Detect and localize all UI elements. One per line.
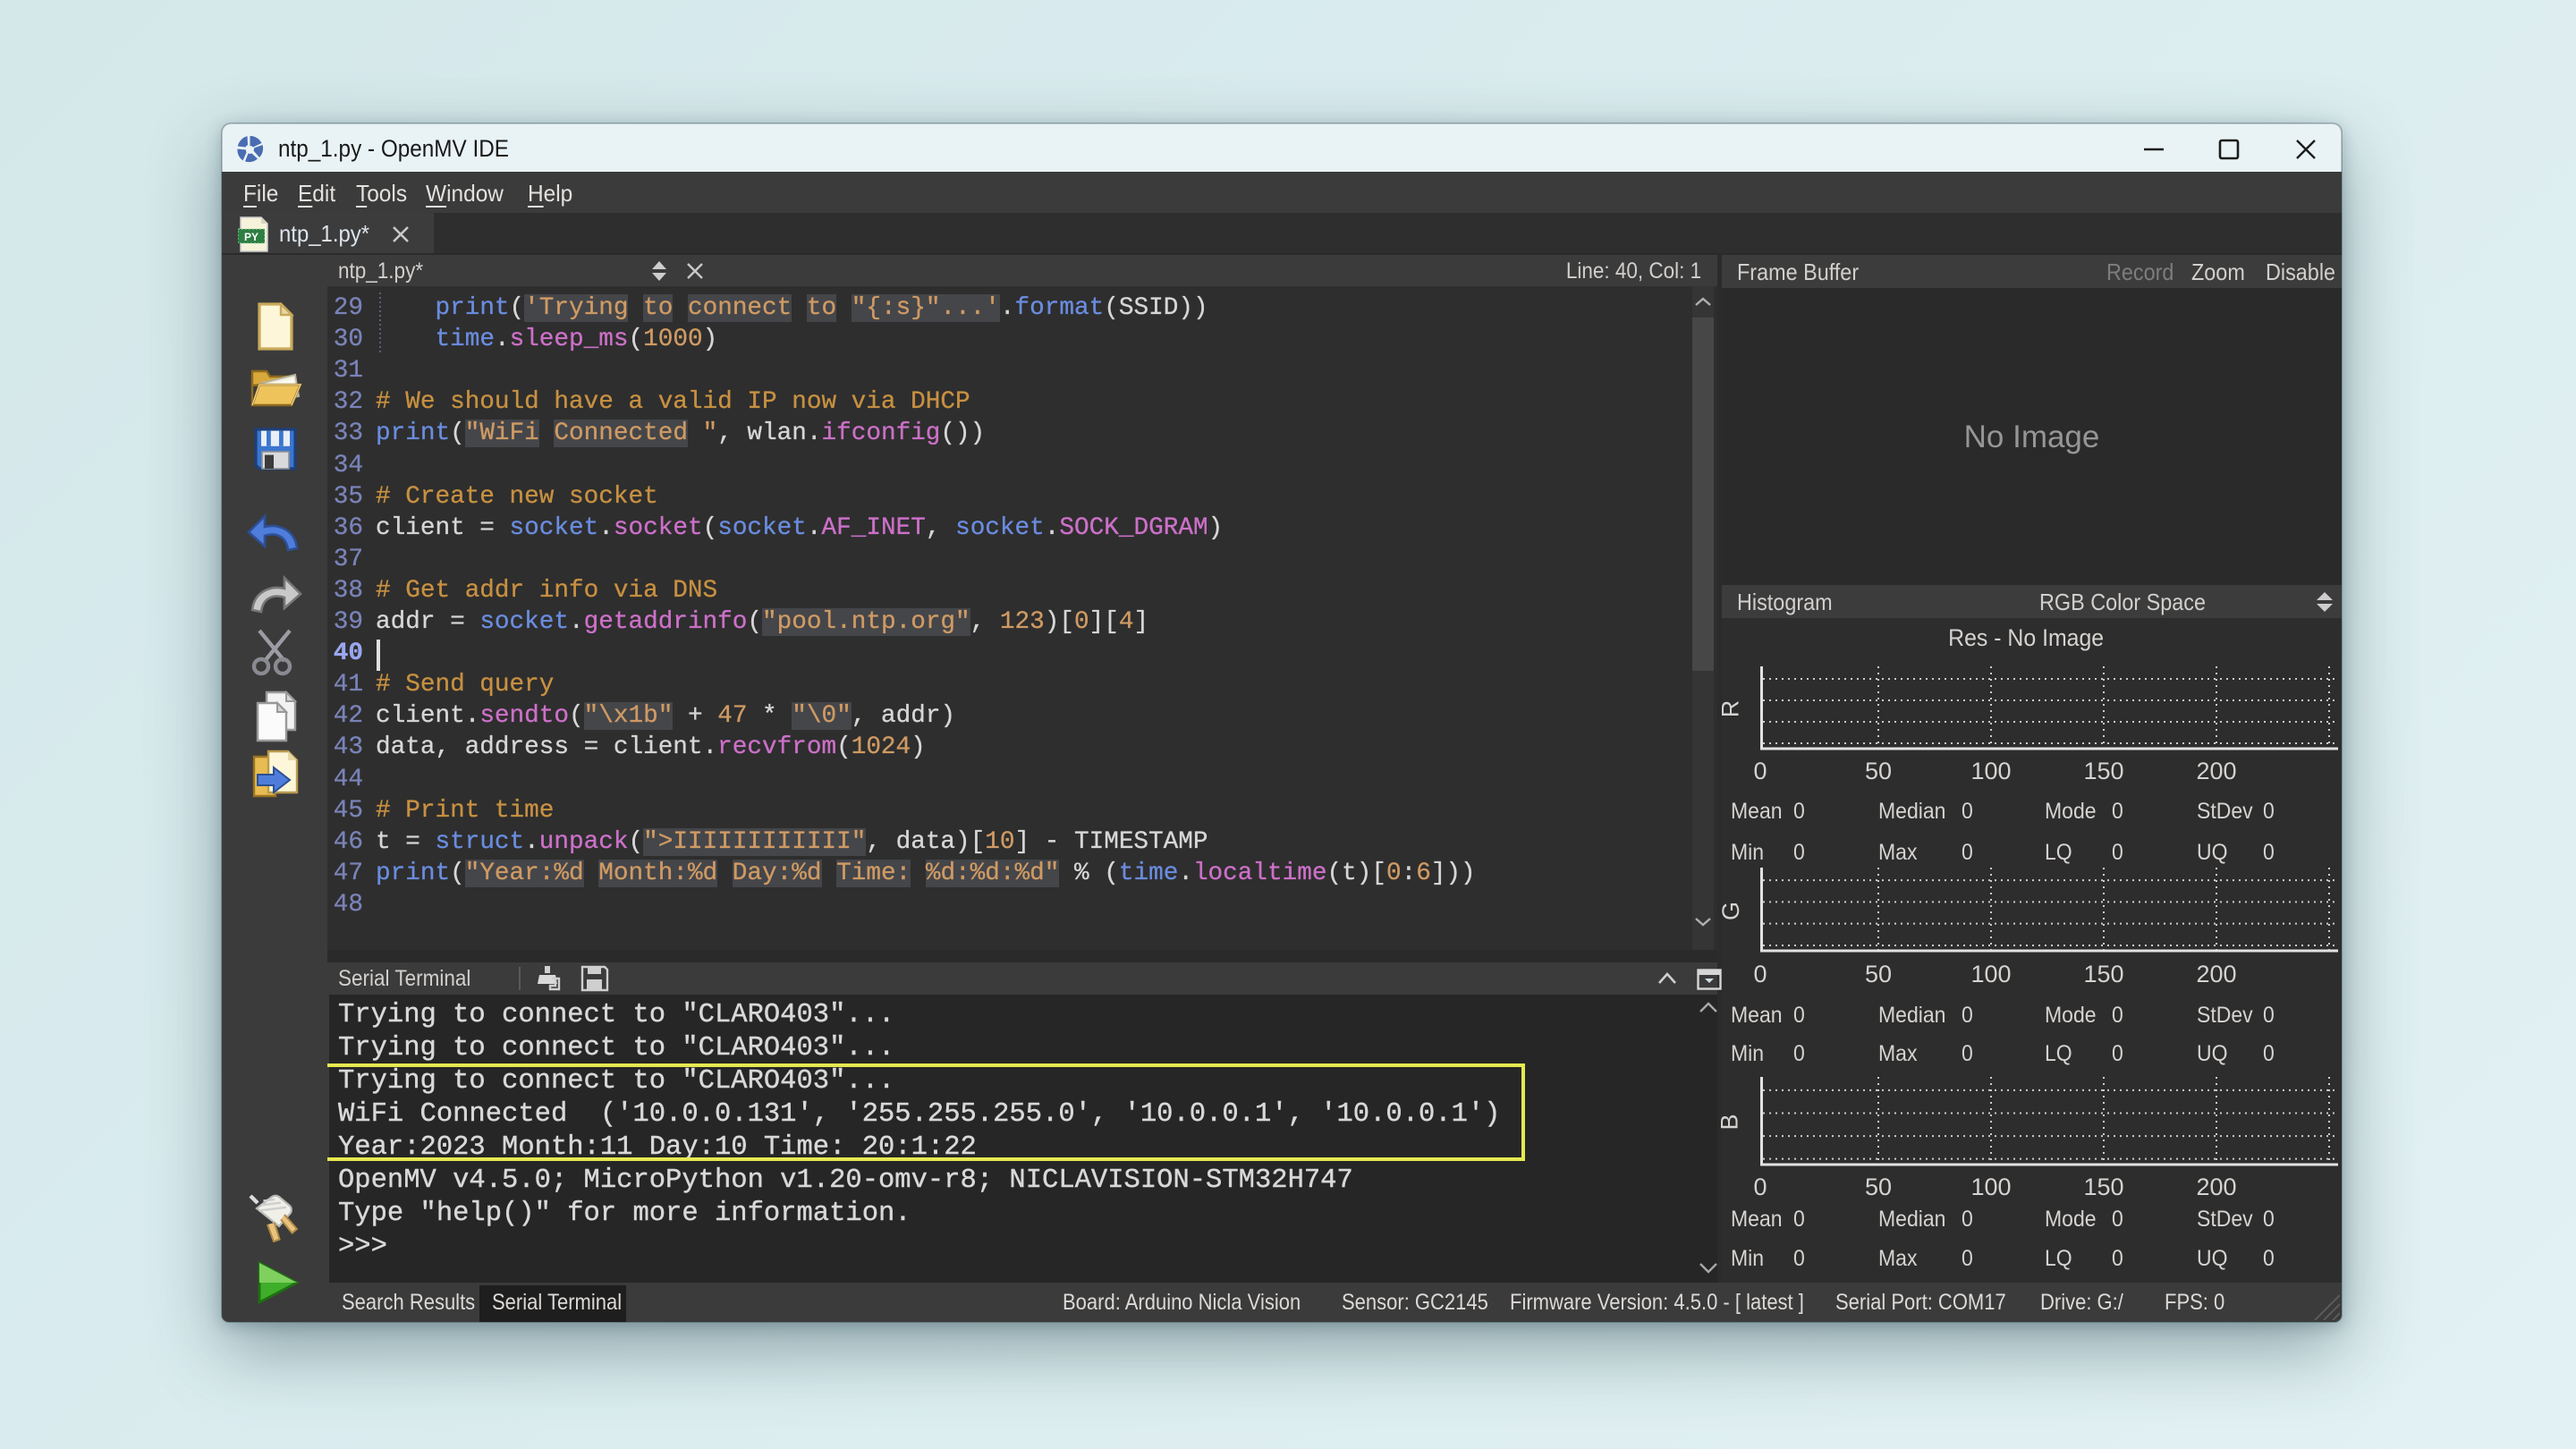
svg-text:PY: PY bbox=[244, 231, 258, 243]
